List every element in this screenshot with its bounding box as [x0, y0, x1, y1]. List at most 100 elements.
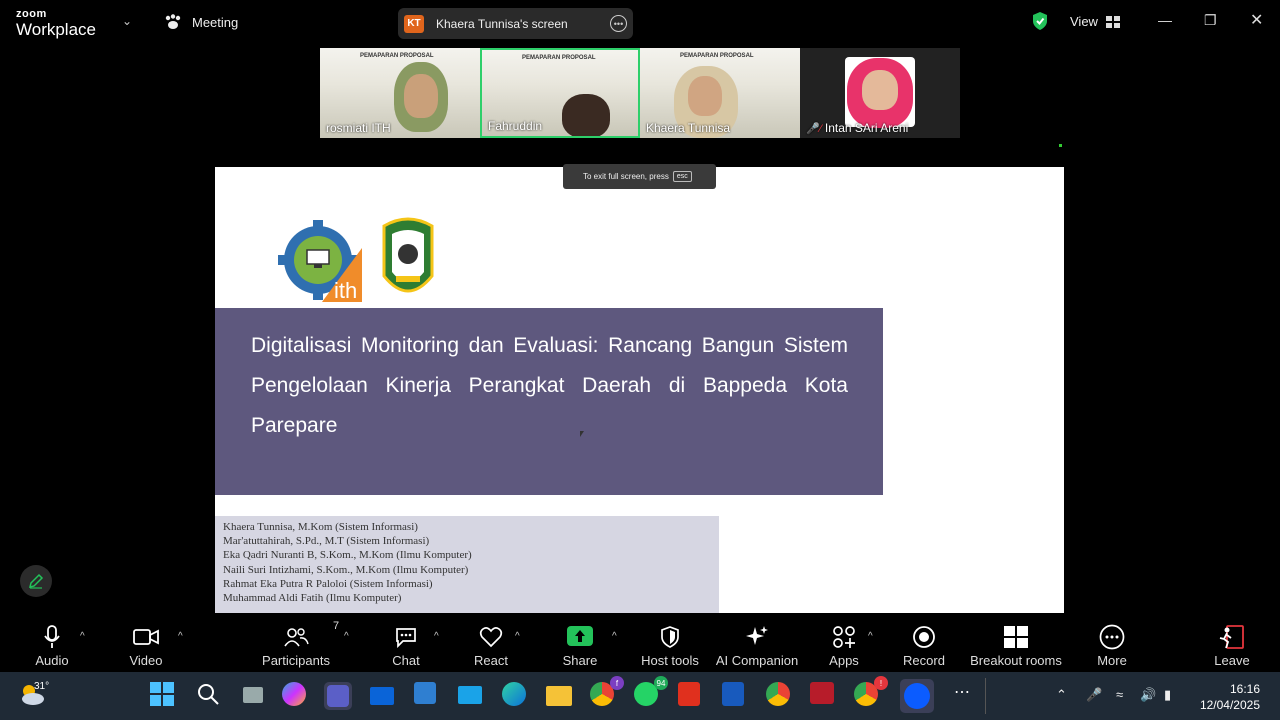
- overflow-dots-icon[interactable]: ⋯: [948, 682, 976, 710]
- video-camera-icon: [133, 629, 159, 645]
- chrome-second-profile-icon[interactable]: !: [854, 676, 888, 710]
- taskbar-divider: [985, 678, 986, 714]
- participant-name-row: 🎤⁄ Intan SAri Areni: [806, 121, 908, 135]
- ai-companion-button[interactable]: AI Companion: [716, 614, 798, 670]
- ith-logo: ith: [278, 220, 362, 302]
- video-button[interactable]: Video: [124, 614, 168, 670]
- remote-desktop-icon[interactable]: [458, 682, 486, 710]
- share-screen-icon: [567, 626, 593, 646]
- esc-key: esc: [672, 171, 692, 182]
- record-button[interactable]: Record: [902, 614, 946, 670]
- shield-icon: [661, 626, 679, 648]
- microphone-icon: [44, 625, 60, 648]
- chrome-alert-badge: !: [874, 676, 888, 690]
- brand-line1: zoom: [16, 8, 47, 20]
- clock-date: 12/04/2025: [1199, 698, 1260, 712]
- word-icon[interactable]: [722, 682, 750, 710]
- close-icon[interactable]: ✕: [1250, 10, 1263, 30]
- audio-options-caret-icon[interactable]: ^: [80, 631, 85, 642]
- parepare-crest-logo: [382, 217, 434, 293]
- breakout-rooms-icon: [1004, 626, 1028, 648]
- apps-button[interactable]: Apps: [828, 614, 860, 670]
- participant-tile-active[interactable]: PEMAPARAN PROPOSAL Fahruddin: [480, 48, 640, 138]
- windows-start-icon[interactable]: [150, 682, 178, 710]
- copilot-icon[interactable]: [282, 682, 310, 710]
- zoom-taskbar-icon[interactable]: [900, 679, 934, 713]
- presenter-avatar: KT: [404, 14, 424, 33]
- volume-icon[interactable]: 🔊: [1140, 687, 1156, 703]
- meeting-menu[interactable]: Meeting: [164, 14, 238, 30]
- battery-icon[interactable]: ▮: [1164, 687, 1171, 703]
- participant-tile[interactable]: PEMAPARAN PROPOSAL Khaera Tunnisa: [640, 48, 800, 138]
- meeting-toolbar: Audio ^ Video ^ 7 Participants ^ Chat ^ …: [0, 614, 1280, 670]
- apps-label: Apps: [829, 653, 859, 668]
- view-button[interactable]: View: [1070, 14, 1120, 29]
- annotate-pencil-button[interactable]: [20, 565, 52, 597]
- participants-options-caret-icon[interactable]: ^: [344, 631, 349, 642]
- more-button[interactable]: More: [1094, 614, 1130, 670]
- react-options-caret-icon[interactable]: ^: [515, 631, 520, 642]
- audio-label: Audio: [35, 653, 69, 668]
- share-options-caret-icon[interactable]: ^: [612, 631, 617, 642]
- microphone-in-use-icon[interactable]: 🎤: [1086, 687, 1102, 703]
- chrome-profile-badge: f: [610, 676, 624, 690]
- mail-icon[interactable]: [370, 682, 398, 710]
- chevron-down-icon[interactable]: ⌄: [122, 14, 132, 28]
- chat-label: Chat: [392, 653, 420, 668]
- host-tools-label: Host tools: [641, 653, 699, 668]
- author-item: Muhammad Aldi Fatih (Ilmu Komputer): [223, 592, 402, 605]
- react-button[interactable]: React: [474, 614, 508, 670]
- participants-button[interactable]: 7 Participants: [262, 614, 339, 670]
- breakout-rooms-label: Breakout rooms: [970, 653, 1062, 668]
- file-explorer-icon[interactable]: [546, 682, 574, 710]
- weather-widget[interactable]: 31°: [18, 680, 49, 713]
- system-clock[interactable]: 16:16 12/04/2025: [1200, 681, 1260, 713]
- breakout-rooms-button[interactable]: Breakout rooms: [970, 614, 1062, 670]
- chrome-alt-icon[interactable]: [766, 682, 794, 710]
- task-view-icon[interactable]: [240, 682, 268, 710]
- share-label: Share: [562, 653, 598, 668]
- slide-caption: PEMAPARAN PROPOSAL: [360, 53, 434, 59]
- participant-name: Fahruddin: [488, 119, 543, 133]
- video-options-caret-icon[interactable]: ^: [178, 631, 183, 642]
- author-item: Eka Qadri Nuranti B, S.Kom., M.Kom (Ilmu…: [223, 549, 472, 562]
- shared-screen-pill[interactable]: KT Khaera Tunnisa's screen •••: [398, 8, 633, 39]
- author-item: Naili Suri Intizhami, S.Kom., M.Kom (Ilm…: [223, 563, 469, 576]
- restore-icon[interactable]: ❐: [1204, 12, 1217, 29]
- share-button[interactable]: Share: [562, 614, 598, 670]
- leave-button[interactable]: Leave: [1212, 614, 1252, 670]
- host-tools-button[interactable]: Host tools: [640, 614, 700, 670]
- acrobat-icon[interactable]: [678, 682, 706, 710]
- audio-button[interactable]: Audio: [32, 614, 72, 670]
- wifi-icon[interactable]: ≈: [1116, 687, 1123, 702]
- chat-button[interactable]: Chat: [390, 614, 422, 670]
- react-label: React: [474, 653, 508, 668]
- status-dot: [1059, 144, 1062, 147]
- store-icon[interactable]: [414, 682, 442, 710]
- participant-tile[interactable]: 🎤⁄ Intan SAri Areni: [800, 48, 960, 138]
- whatsapp-icon[interactable]: 94: [634, 676, 668, 710]
- security-shield-icon[interactable]: [1031, 11, 1049, 31]
- apps-icon: [833, 626, 855, 648]
- chat-options-caret-icon[interactable]: ^: [434, 631, 439, 642]
- grid-view-icon: [1105, 15, 1120, 28]
- search-icon[interactable]: [196, 682, 224, 710]
- show-hidden-icons-chevron-icon[interactable]: ⌃: [1056, 687, 1067, 703]
- author-list: Khaera Tunnisa, M.Kom (Sistem Informasi)…: [215, 516, 719, 613]
- minimize-icon[interactable]: —: [1158, 12, 1172, 28]
- edge-icon[interactable]: [502, 682, 530, 710]
- mendeley-icon[interactable]: [810, 682, 838, 710]
- zoom-workplace-logo[interactable]: zoom Workplace: [16, 8, 96, 39]
- meeting-label: Meeting: [192, 14, 239, 30]
- more-options-icon[interactable]: •••: [610, 15, 627, 32]
- participant-tile[interactable]: PEMAPARAN PROPOSAL rosmiati ITH: [320, 48, 480, 138]
- sparkle-icon: [746, 626, 768, 645]
- teams-icon[interactable]: [324, 682, 352, 710]
- participant-avatar-face: [862, 70, 898, 110]
- chrome-icon[interactable]: f: [590, 676, 624, 710]
- windows-taskbar: 31° f 94 ! ⋯ ⌃ 🎤 ≈ 🔊 ▮ 16:16 12/04/2025: [0, 672, 1280, 720]
- brand-line2: Workplace: [16, 20, 96, 39]
- participants-icon: [284, 628, 309, 647]
- shared-screen: To exit full screen, press esc ith Digit…: [215, 141, 1064, 613]
- apps-options-caret-icon[interactable]: ^: [868, 631, 873, 642]
